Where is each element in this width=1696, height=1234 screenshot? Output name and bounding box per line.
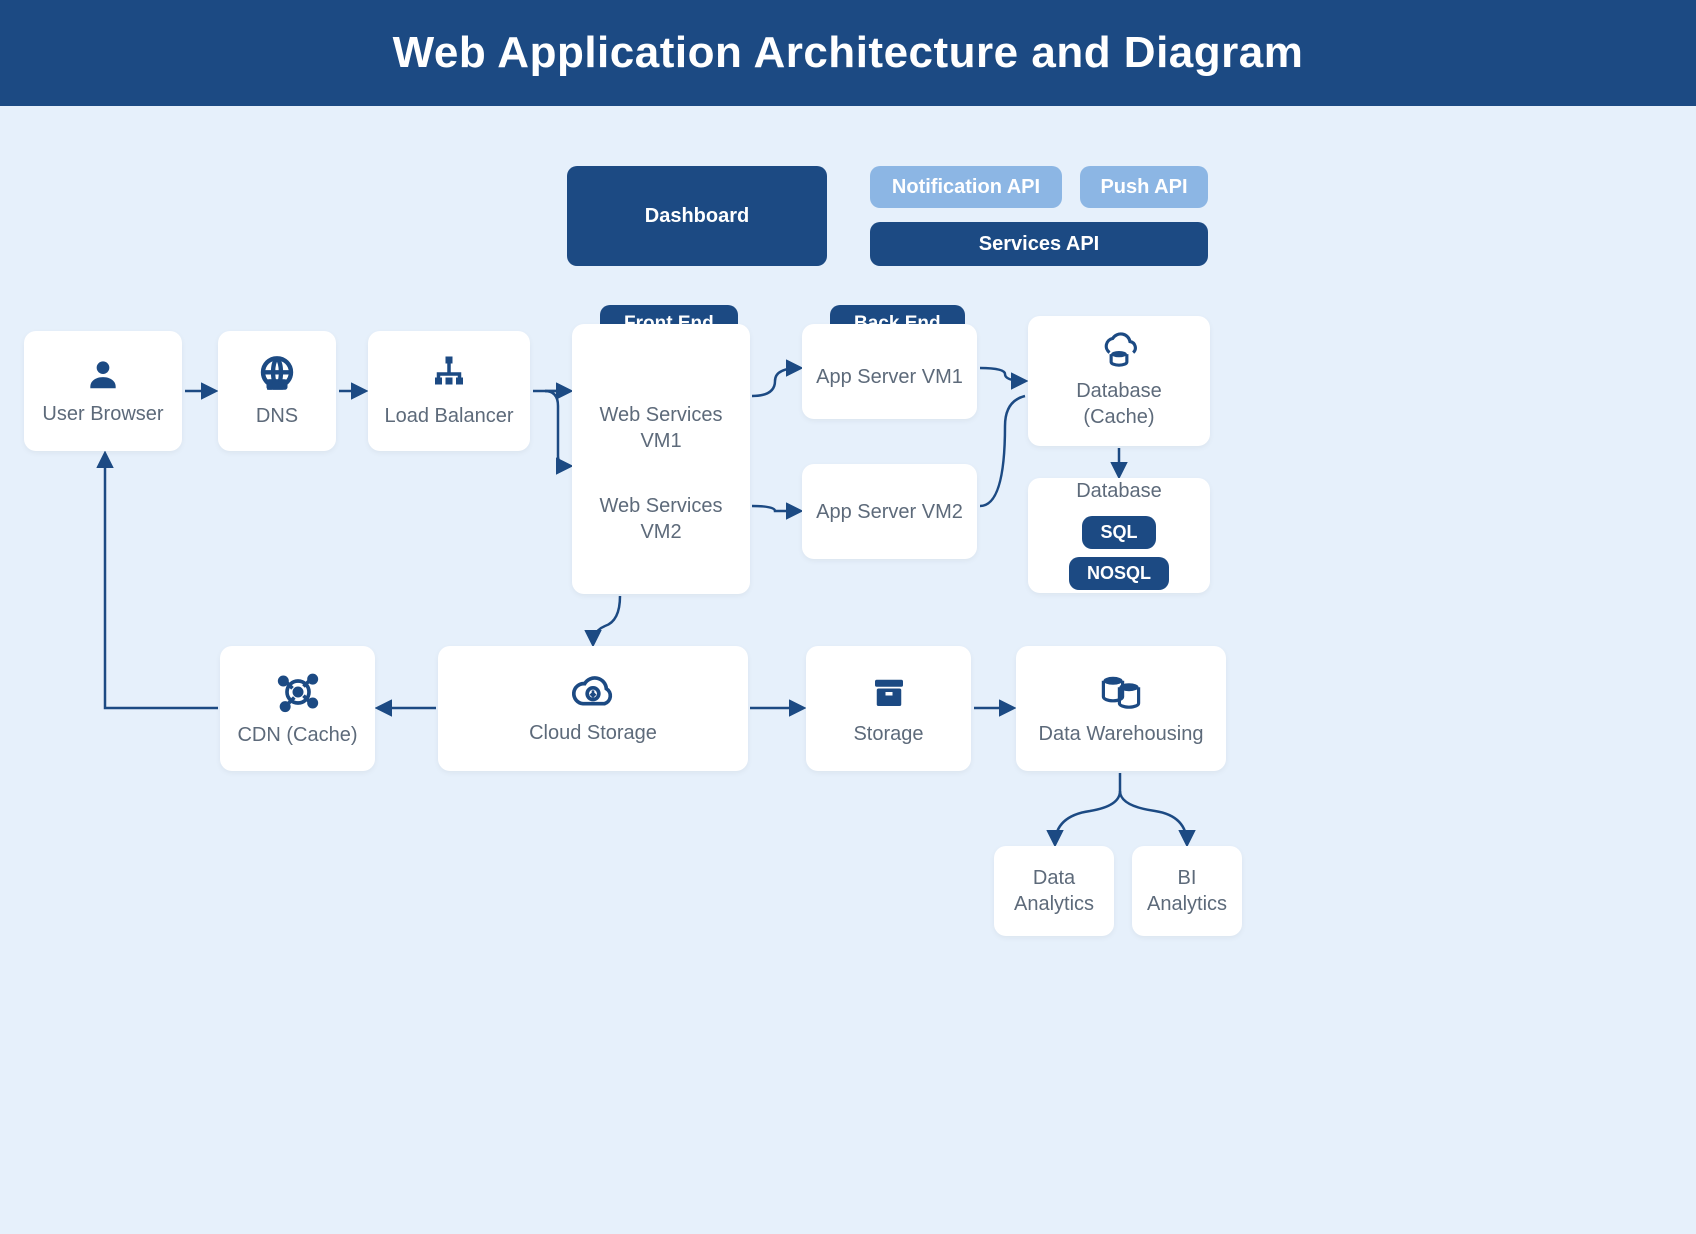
chip-sql: SQL: [1082, 516, 1155, 549]
node-dns: DNS DNS: [218, 331, 336, 451]
database-label: Database: [1076, 478, 1162, 504]
node-services-api: Services API: [870, 222, 1208, 266]
node-cdn-cache: CDN (Cache): [220, 646, 375, 771]
data-warehouse-icon: [1097, 671, 1145, 713]
cloud-database-icon: [1097, 332, 1141, 370]
storage-box-icon: [868, 671, 910, 713]
node-data-warehousing: Data Warehousing: [1016, 646, 1226, 771]
notification-api-label: Notification API: [892, 176, 1040, 199]
web-services-vm1-label: Web Services VM1: [582, 402, 740, 454]
node-user-browser: User Browser: [24, 331, 182, 451]
node-front-end: Web Services VM1 Web Services VM2: [572, 324, 750, 594]
node-notification-api: Notification API: [870, 166, 1062, 208]
user-icon: [84, 355, 122, 393]
node-database-cache: Database (Cache): [1028, 316, 1210, 446]
load-balancer-icon: [428, 353, 470, 395]
node-database: Database SQL NOSQL: [1028, 478, 1210, 593]
cloud-download-icon: [568, 672, 618, 712]
chip-nosql: NOSQL: [1069, 557, 1169, 590]
node-data-analytics: Data Analytics: [994, 846, 1114, 936]
load-balancer-label: Load Balancer: [385, 403, 514, 429]
node-load-balancer: Load Balancer: [368, 331, 530, 451]
cdn-node-icon: [276, 670, 320, 714]
node-app-server-vm1: App Server VM1: [802, 324, 977, 419]
node-app-server-vm2: App Server VM2: [802, 464, 977, 559]
node-push-api: Push API: [1080, 166, 1208, 208]
page-title: Web Application Architecture and Diagram: [0, 0, 1696, 106]
database-cache-label: Database (Cache): [1038, 378, 1200, 430]
dns-globe-icon: DNS: [256, 353, 298, 395]
push-api-label: Push API: [1100, 176, 1187, 199]
node-dashboard: Dashboard: [567, 166, 827, 266]
cdn-cache-label: CDN (Cache): [237, 722, 357, 748]
dashboard-label: Dashboard: [645, 205, 749, 228]
app-server-vm1-label: App Server VM1: [816, 364, 963, 390]
user-browser-label: User Browser: [42, 401, 163, 427]
cloud-storage-label: Cloud Storage: [529, 720, 657, 746]
diagram-canvas: Dashboard Notification API Push API Serv…: [0, 106, 1696, 1230]
node-bi-analytics: BI Analytics: [1132, 846, 1242, 936]
bi-analytics-label: BI Analytics: [1142, 865, 1232, 917]
database-chips: SQL NOSQL: [1038, 512, 1200, 594]
svg-text:DNS: DNS: [269, 381, 286, 390]
data-analytics-label: Data Analytics: [1004, 865, 1104, 917]
services-api-label: Services API: [979, 233, 1099, 256]
node-storage: Storage: [806, 646, 971, 771]
node-cloud-storage: Cloud Storage: [438, 646, 748, 771]
app-server-vm2-label: App Server VM2: [816, 499, 963, 525]
storage-label: Storage: [853, 721, 923, 747]
data-warehousing-label: Data Warehousing: [1039, 721, 1204, 747]
dns-label: DNS: [256, 403, 298, 429]
web-services-vm2-label: Web Services VM2: [582, 493, 740, 545]
